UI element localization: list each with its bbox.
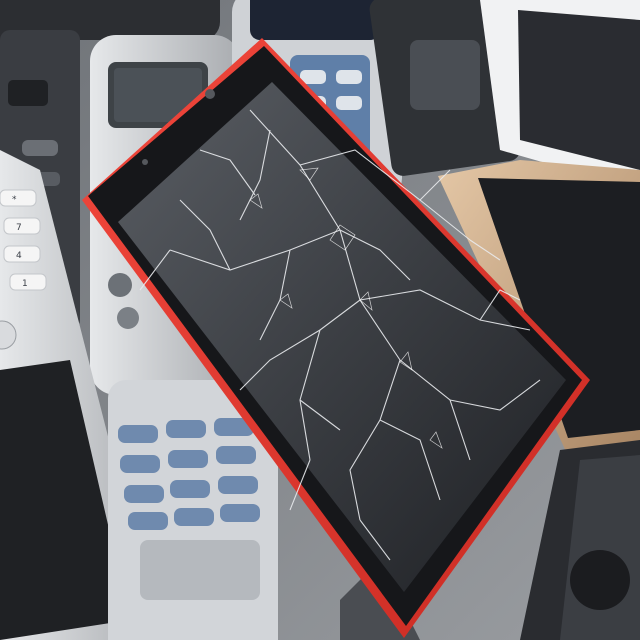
key-label: * (12, 195, 17, 205)
key-label: 1 (22, 279, 28, 289)
scene-svg: * 7 4 1 (0, 0, 640, 640)
key-label: 7 (16, 223, 22, 233)
key-label: 4 (16, 251, 22, 261)
phones-scene: * 7 4 1 (0, 0, 640, 640)
